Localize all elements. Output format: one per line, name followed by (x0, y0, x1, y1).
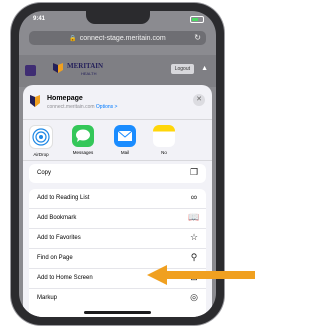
app-airdrop[interactable]: AirDrop (28, 125, 54, 157)
app-label: Mail (120, 150, 130, 155)
action-add-reading-list[interactable]: Add to Reading List ∞ (29, 189, 206, 209)
action-label: Copy (37, 170, 52, 176)
action-label: Find on Page (37, 255, 73, 261)
action-copy[interactable]: Copy ❐ (29, 164, 206, 183)
preview-title: Homepage (47, 95, 83, 102)
status-time: 9:41 (33, 16, 46, 22)
address-bar[interactable]: 🔒 connect-stage.meritain.com ↻ (29, 31, 206, 45)
app-mail[interactable]: Mail (112, 125, 138, 155)
battery-icon (190, 16, 204, 23)
preview-url: connect.meritain.com (47, 104, 95, 110)
callout-arrow-icon (147, 265, 255, 285)
search-icon: ⚲ (190, 252, 198, 262)
website-header: MERITAIN HEALTH Logout ▲ (19, 55, 216, 87)
app-messages[interactable]: Messages (70, 125, 96, 155)
action-label: Add Bookmark (37, 215, 77, 221)
copy-group: Copy ❐ (29, 164, 206, 183)
share-preview: Homepage connect.meritain.com Options > … (27, 89, 208, 115)
address-bar-url: connect-stage.meritain.com (79, 34, 166, 42)
menu-icon[interactable] (25, 65, 36, 76)
star-icon: ☆ (189, 232, 199, 242)
mail-icon (114, 125, 136, 147)
lock-icon: 🔒 (69, 35, 77, 42)
user-icon[interactable]: ▲ (201, 65, 208, 72)
copy-icon: ❐ (189, 167, 199, 177)
home-indicator (84, 311, 151, 314)
book-icon: 📖 (188, 212, 200, 222)
markup-icon: ◎ (190, 292, 198, 302)
meritain-logo-icon (53, 63, 63, 73)
brand-name: MERITAIN (67, 62, 104, 70)
preview-url-line: connect.meritain.com Options > (47, 104, 117, 110)
share-apps-row: AirDrop Messages Mail No (23, 119, 212, 161)
action-label: Add to Reading List (37, 195, 90, 201)
notes-icon (153, 125, 175, 147)
action-add-favorites[interactable]: Add to Favorites ☆ (29, 229, 206, 249)
app-notes[interactable]: No (153, 125, 175, 155)
app-label: No (161, 150, 167, 155)
site-favicon-icon (30, 95, 40, 107)
action-label: Add to Favorites (37, 235, 81, 241)
action-add-bookmark[interactable]: Add Bookmark 📖 (29, 209, 206, 229)
brand-subtitle: HEALTH (81, 71, 97, 76)
reload-icon[interactable]: ↻ (194, 33, 201, 42)
action-markup[interactable]: Markup ◎ (29, 289, 206, 308)
logout-button[interactable]: Logout (170, 64, 194, 74)
actions-group: Add to Reading List ∞ Add Bookmark 📖 Add… (29, 189, 206, 317)
options-link[interactable]: Options > (96, 104, 118, 110)
notch (86, 11, 150, 24)
action-label: Add to Home Screen (37, 275, 93, 281)
app-label: AirDrop (33, 152, 49, 157)
messages-icon (72, 125, 94, 147)
close-icon[interactable]: ✕ (193, 94, 205, 106)
action-label: Markup (37, 295, 58, 301)
airdrop-icon (29, 125, 53, 149)
app-label: Messages (72, 150, 94, 155)
glasses-icon: ∞ (190, 192, 198, 202)
